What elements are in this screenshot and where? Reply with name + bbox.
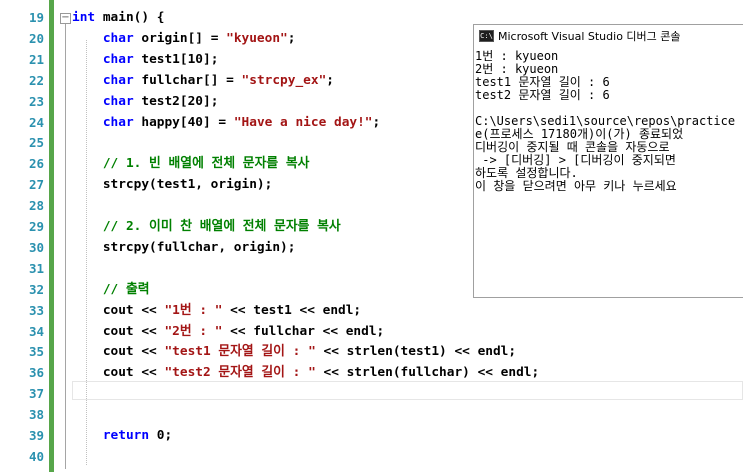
code-token: test1[10]; <box>133 51 219 67</box>
code-line[interactable]: char test1[10]; <box>72 50 219 70</box>
code-token: << strlen(test1) << endl; <box>315 344 517 360</box>
fold-guide-line <box>65 24 66 469</box>
line-number: 20 <box>28 30 44 46</box>
code-line[interactable]: // 2. 이미 찬 배열에 전체 문자를 복사 <box>72 217 341 237</box>
console-app-icon: C:\ <box>479 30 494 42</box>
code-line[interactable]: // 출력 <box>72 280 150 300</box>
string-token: "1번 : " <box>164 302 223 318</box>
line-number: 27 <box>28 177 44 193</box>
line-number: 33 <box>28 302 44 318</box>
code-token: origin[] = <box>133 30 227 46</box>
code-token: cout << <box>72 365 165 381</box>
line-number: 31 <box>28 260 44 276</box>
debug-console-window[interactable]: C:\ Microsoft Visual Studio 디버그 콘솔 1번 : … <box>473 24 743 298</box>
code-token: cout << <box>72 323 165 339</box>
code-line[interactable]: char fullchar[] = "strcpy_ex"; <box>72 71 334 91</box>
keyword-token: char <box>102 51 134 67</box>
code-token: cout << <box>72 302 165 318</box>
comment-token: // 출력 <box>102 281 150 297</box>
code-token: test2[20]; <box>133 93 219 109</box>
console-title-bar[interactable]: C:\ Microsoft Visual Studio 디버그 콘솔 <box>474 25 743 47</box>
console-output[interactable]: 1번 : kyueon 2번 : kyueon test1 문자열 길이 : 6 te… <box>474 47 743 193</box>
line-number: 40 <box>28 448 44 464</box>
line-number: 29 <box>28 219 44 234</box>
string-token: "kyueon" <box>226 30 288 46</box>
code-line[interactable]: char test2[20]; <box>72 92 219 112</box>
line-number: 36 <box>28 365 44 381</box>
code-token: cout << <box>72 344 165 360</box>
code-token: << test1 << endl; <box>222 302 362 318</box>
comment-token: // 1. 빈 배열에 전체 문자를 복사 <box>102 156 310 172</box>
keyword-token: char <box>102 72 134 88</box>
keyword-token: char <box>102 30 134 46</box>
comment-token: // 2. 이미 찬 배열에 전체 문자를 복사 <box>102 219 341 234</box>
keyword-token: return <box>102 428 150 443</box>
string-token: "strcpy_ex" <box>241 72 327 88</box>
code-token: fullchar[] = <box>133 72 242 88</box>
string-token: "2번 : " <box>164 323 223 339</box>
code-line[interactable]: // 1. 빈 배열에 전체 문자를 복사 <box>72 154 310 174</box>
code-line[interactable]: strcpy(fullchar, origin); <box>72 238 296 258</box>
change-tracking-bar <box>49 0 54 472</box>
string-token: "Have a nice day!" <box>233 114 373 130</box>
current-line-highlight <box>72 381 743 400</box>
console-line: 이 창을 닫으려면 아무 키나 누르세요 <box>475 179 677 193</box>
code-token: ; <box>326 72 334 88</box>
line-number: 26 <box>28 156 44 172</box>
code-line[interactable]: cout << "2번 : " << fullchar << endl; <box>72 322 384 342</box>
line-number: 23 <box>28 93 44 109</box>
line-number: 28 <box>28 198 44 214</box>
code-token: strcpy(test1, origin); <box>72 177 273 193</box>
keyword-token: int <box>72 10 96 25</box>
code-token: strcpy(fullchar, origin); <box>72 239 296 255</box>
line-number: 34 <box>28 323 44 339</box>
line-number: 19 <box>28 10 44 25</box>
code-token: ; <box>372 114 381 130</box>
line-number: 25 <box>28 135 44 151</box>
code-token: << fullchar << endl; <box>222 323 385 339</box>
code-line[interactable]: char origin[] = "kyueon"; <box>72 29 296 49</box>
line-number: 38 <box>28 407 44 423</box>
code-line[interactable]: cout << "test1 문자열 길이 : " << strlen(test… <box>72 342 516 362</box>
line-number: 21 <box>28 51 44 67</box>
console-line: test2 문자열 길이 : 6 <box>475 88 610 102</box>
code-line[interactable]: return 0; <box>72 426 172 446</box>
code-line[interactable]: char happy[40] = "Have a nice day!"; <box>72 113 380 133</box>
line-number: 22 <box>28 72 44 88</box>
line-number: 37 <box>28 386 44 402</box>
code-line[interactable]: cout << "test2 문자열 길이 : " << strlen(full… <box>72 363 539 383</box>
code-token: 0; <box>149 428 173 443</box>
code-token: << strlen(fullchar) << endl; <box>315 365 540 381</box>
code-line[interactable]: int main() { <box>72 8 164 28</box>
string-token: "test1 문자열 길이 : " <box>164 344 316 360</box>
code-token: main() { <box>95 10 165 25</box>
keyword-token: char <box>102 114 134 130</box>
code-line[interactable]: strcpy(test1, origin); <box>72 175 273 195</box>
keyword-token: char <box>102 93 134 109</box>
line-number: 39 <box>28 428 44 443</box>
line-number: 35 <box>28 344 44 360</box>
code-token: ; <box>287 30 296 46</box>
string-token: "test2 문자열 길이 : " <box>164 365 316 381</box>
line-number: 32 <box>28 281 44 297</box>
line-number: 24 <box>28 114 44 130</box>
collapse-icon[interactable]: − <box>60 13 71 24</box>
code-token: happy[40] = <box>133 114 234 130</box>
code-line[interactable]: cout << "1번 : " << test1 << endl; <box>72 301 361 321</box>
line-number: 30 <box>28 239 44 255</box>
console-title: Microsoft Visual Studio 디버그 콘솔 <box>498 30 681 43</box>
